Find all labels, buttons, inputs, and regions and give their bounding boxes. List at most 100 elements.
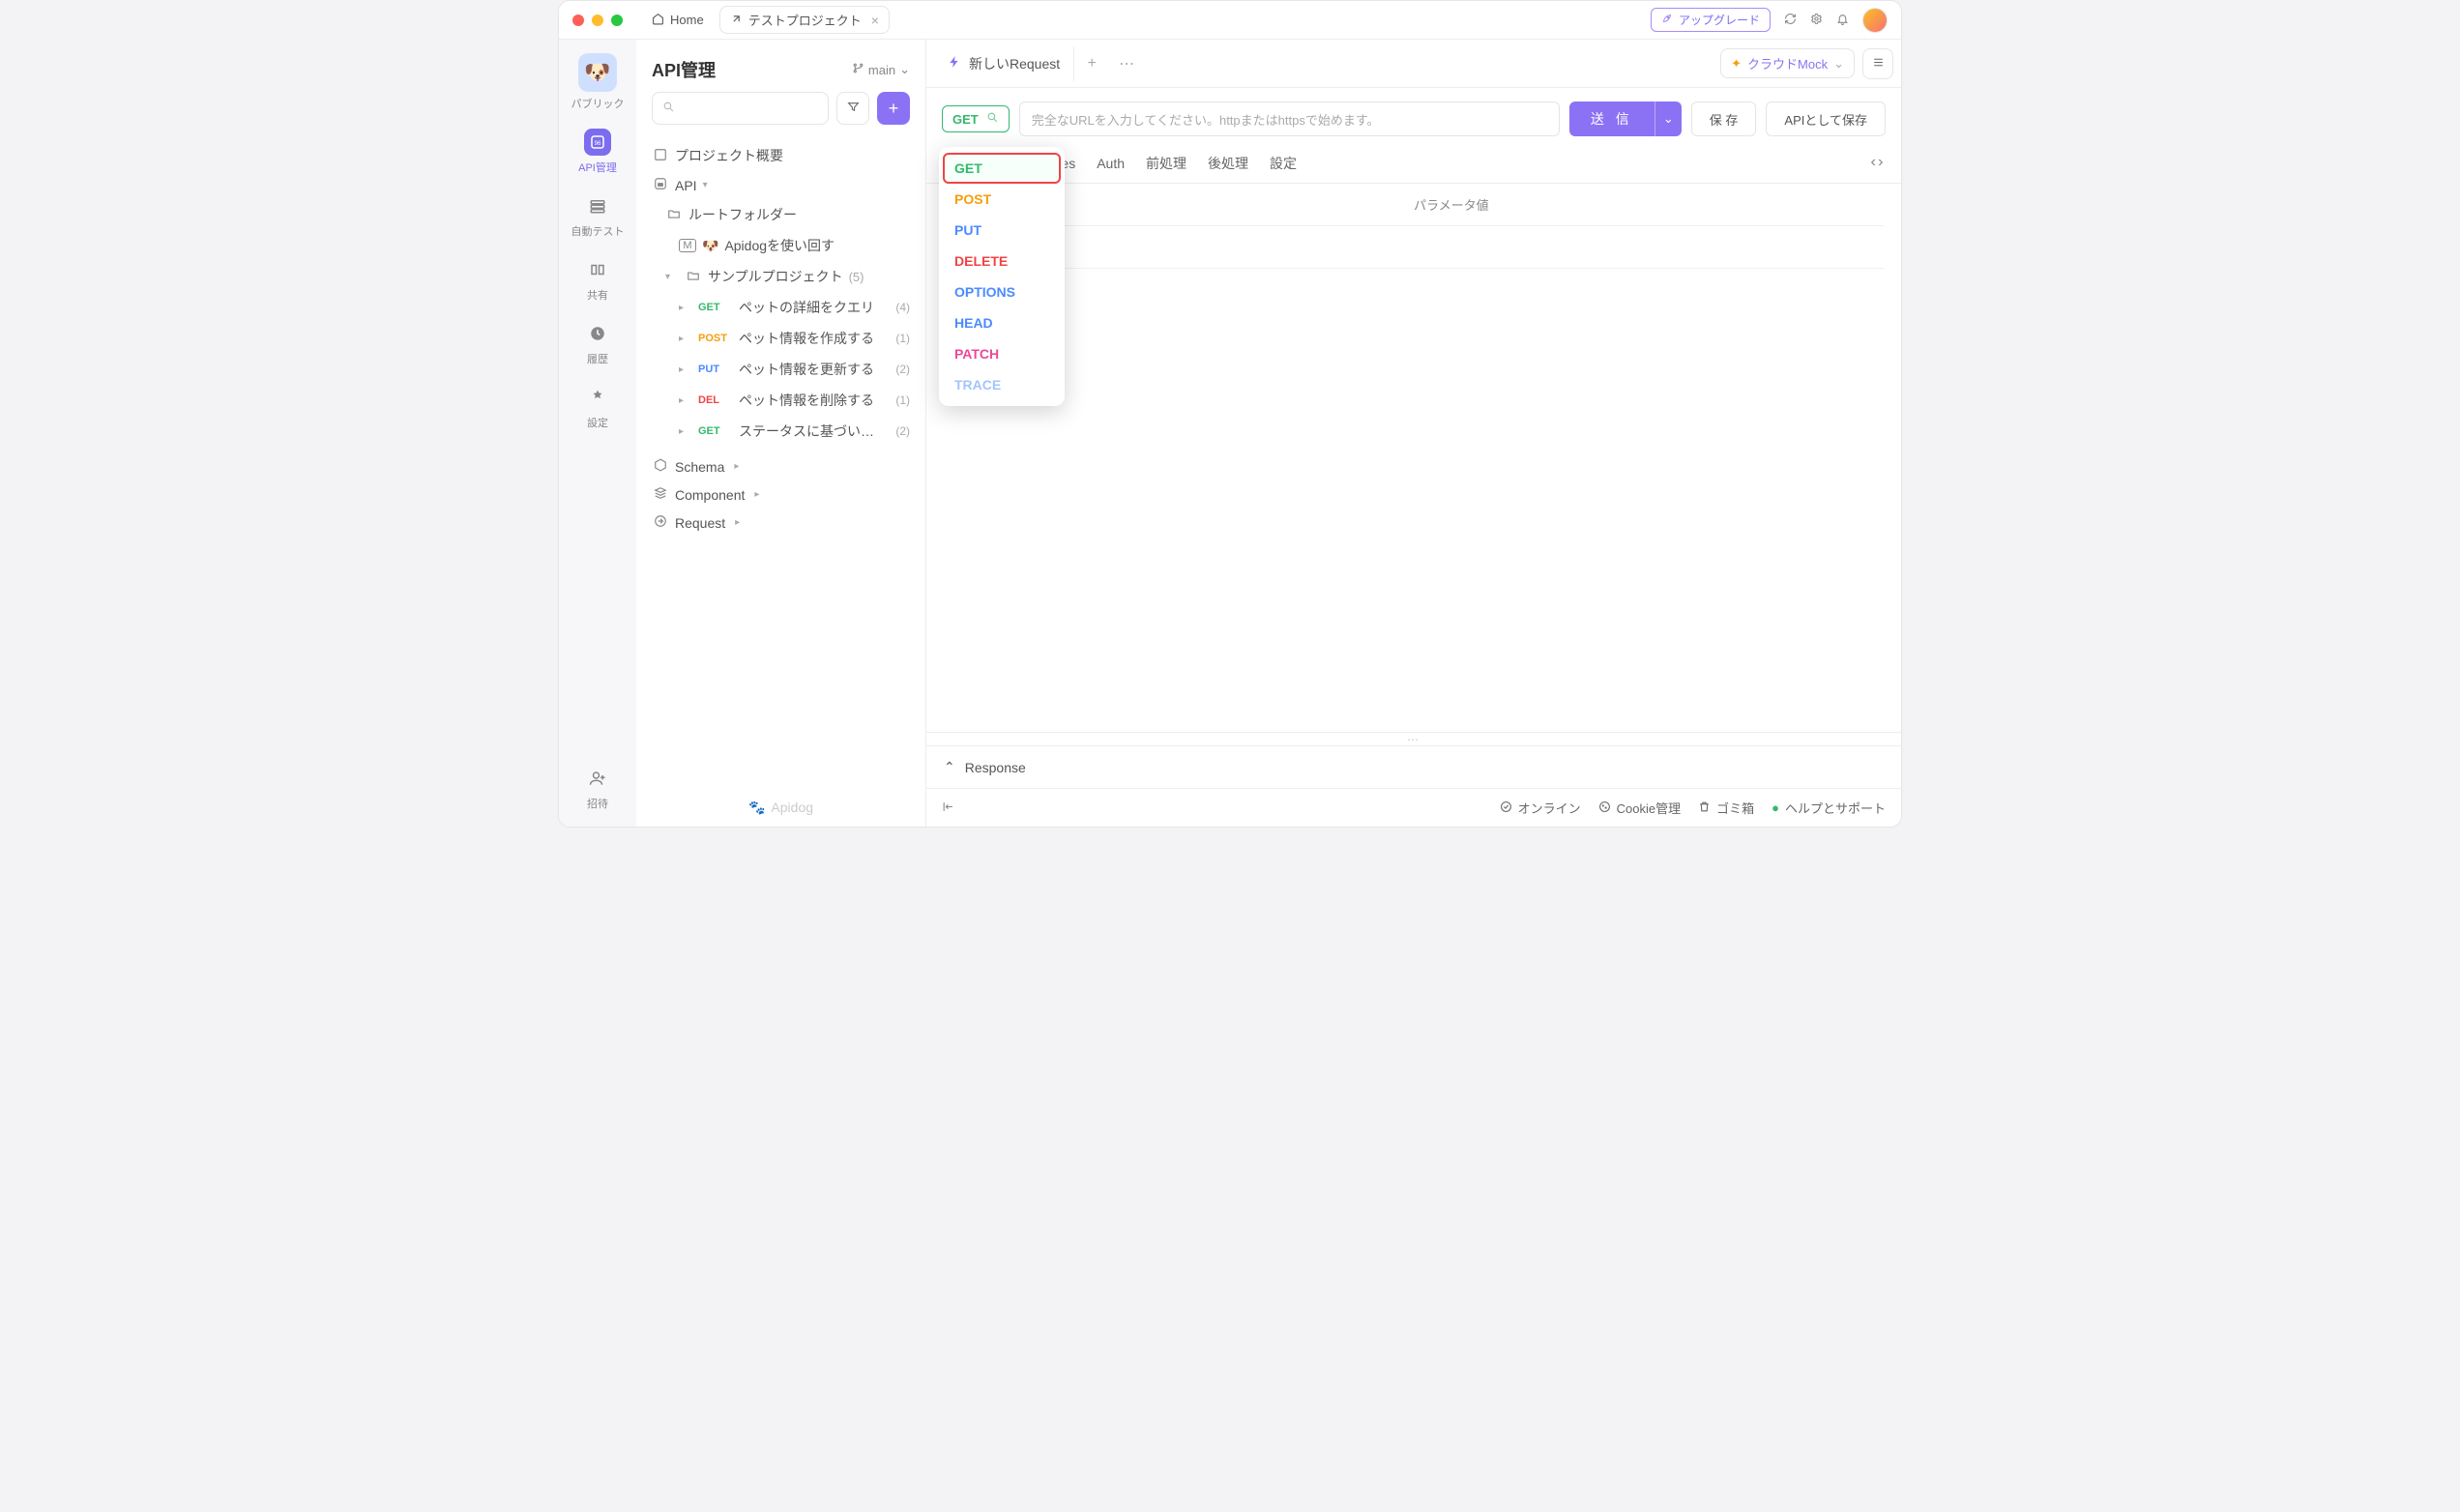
status-online-label: オンライン xyxy=(1518,799,1581,817)
search-icon xyxy=(662,101,675,116)
tab-more-button[interactable]: ⋯ xyxy=(1109,54,1144,73)
branch-name: main xyxy=(868,63,895,77)
request-section[interactable]: Request ▸ xyxy=(644,509,918,537)
rail-share[interactable]: 共有 xyxy=(584,256,611,303)
sidebar-search[interactable] xyxy=(652,92,829,125)
project-overview[interactable]: プロジェクト概要 xyxy=(644,140,918,171)
endpoint-item[interactable]: ▸ PUT ペット情報を更新する (2) xyxy=(644,354,918,385)
status-trash[interactable]: ゴミ箱 xyxy=(1698,799,1754,817)
close-window-icon[interactable] xyxy=(572,15,584,26)
root-folder[interactable]: ルートフォルダー xyxy=(644,199,918,230)
sidebar: API管理 main ⌄ + xyxy=(636,40,926,827)
tab-settings-label: 設定 xyxy=(1270,154,1297,173)
status-online[interactable]: オンライン xyxy=(1500,799,1581,817)
app-window: Home テストプロジェクト × アップグレード 🐶 xyxy=(558,0,1902,828)
chevron-down-icon: ⌄ xyxy=(899,62,910,77)
folder-icon xyxy=(665,207,683,223)
home-tab[interactable]: Home xyxy=(642,9,714,32)
save-as-api-button[interactable]: APIとして保存 xyxy=(1766,102,1886,136)
endpoint-item[interactable]: ▸ POST ペット情報を作成する (1) xyxy=(644,323,918,354)
send-dropdown[interactable]: ⌄ xyxy=(1655,102,1682,136)
endpoint-item[interactable]: ▸ DEL ペット情報を削除する (1) xyxy=(644,385,918,416)
endpoint-label: ペット情報を削除する xyxy=(739,391,874,410)
params-panel: パラメータ値 を追加 xyxy=(926,184,1901,732)
sample-project-label: サンプルプロジェクト xyxy=(708,267,843,286)
component-section[interactable]: Component ▸ xyxy=(644,480,918,509)
bolt-icon xyxy=(948,55,961,72)
request-tab-label: 新しいRequest xyxy=(969,54,1060,73)
autotest-icon xyxy=(584,192,611,219)
project-tab[interactable]: テストプロジェクト × xyxy=(719,6,890,34)
sample-project-folder[interactable]: ▾ サンプルプロジェクト (5) xyxy=(644,261,918,292)
external-link-icon xyxy=(730,13,743,28)
chevron-right-icon: ▸ xyxy=(734,461,747,472)
method-value: GET xyxy=(952,112,979,127)
search-icon xyxy=(986,111,999,127)
close-tab-icon[interactable]: × xyxy=(871,13,879,28)
gear-icon[interactable] xyxy=(1810,13,1823,28)
method-option-get[interactable]: GET xyxy=(943,153,1061,184)
method-option-trace[interactable]: TRACE xyxy=(943,369,1061,400)
rail-invite[interactable]: 招待 xyxy=(584,765,611,811)
rail-autotest[interactable]: 自動テスト xyxy=(571,192,625,239)
rail-settings[interactable]: 設定 xyxy=(584,384,611,430)
method-option-delete[interactable]: DELETE xyxy=(943,246,1061,276)
mock-env-selector[interactable]: ✦ クラウドMock ⌄ xyxy=(1720,48,1855,78)
layout-menu-button[interactable] xyxy=(1862,48,1893,79)
api-root[interactable]: 96 API ▾ xyxy=(644,171,918,199)
apidog-guide-label: Apidogを使い回す xyxy=(724,236,835,255)
resize-handle[interactable]: ⋯ xyxy=(926,732,1901,745)
endpoint-count: (4) xyxy=(895,301,910,314)
status-cookie[interactable]: Cookie管理 xyxy=(1598,799,1681,817)
params-add-row[interactable]: を追加 xyxy=(944,226,1884,269)
method-option-post[interactable]: POST xyxy=(943,184,1061,215)
send-button[interactable]: 送 信 xyxy=(1569,102,1655,136)
method-badge: PUT xyxy=(698,363,733,375)
apidog-guide[interactable]: M 🐶 Apidogを使い回す xyxy=(644,230,918,261)
url-input[interactable]: 完全なURLを入力してください。httpまたはhttpsで始めます。 xyxy=(1019,102,1560,136)
chevron-down-icon: ⌄ xyxy=(1833,56,1844,72)
tab-pre-label: 前処理 xyxy=(1146,154,1186,173)
code-icon[interactable] xyxy=(1870,156,1884,172)
rail-history-label: 履歴 xyxy=(587,351,608,366)
method-option-put[interactable]: PUT xyxy=(943,215,1061,246)
branch-selector[interactable]: main ⌄ xyxy=(852,62,910,77)
chevron-right-icon: ▸ xyxy=(679,303,692,313)
tab-post-script[interactable]: 後処理 xyxy=(1208,154,1248,173)
chevron-down-icon: ▾ xyxy=(703,180,717,190)
user-avatar[interactable] xyxy=(1862,8,1888,33)
method-option-head[interactable]: HEAD xyxy=(943,307,1061,338)
endpoint-count: (2) xyxy=(895,424,910,438)
root-folder-label: ルートフォルダー xyxy=(688,205,797,224)
minimize-window-icon[interactable] xyxy=(592,15,603,26)
method-option-options[interactable]: OPTIONS xyxy=(943,276,1061,307)
status-help[interactable]: ● ヘルプとサポート xyxy=(1772,799,1886,817)
endpoint-item[interactable]: ▸ GET ステータスに基づい… (2) xyxy=(644,416,918,447)
workspace-avatar[interactable]: 🐶 パブリック xyxy=(571,53,625,111)
chevron-right-icon: ▸ xyxy=(679,395,692,406)
upgrade-button[interactable]: アップグレード xyxy=(1651,8,1771,32)
sidebar-filter[interactable] xyxy=(836,92,869,125)
method-badge: POST xyxy=(698,333,733,344)
add-tab-button[interactable]: + xyxy=(1074,55,1109,73)
share-icon xyxy=(584,256,611,283)
bell-icon[interactable] xyxy=(1836,13,1849,28)
sidebar-add[interactable]: + xyxy=(877,92,910,125)
schema-section[interactable]: Schema ▸ xyxy=(644,452,918,480)
chevron-right-icon: ▸ xyxy=(679,364,692,375)
endpoint-item[interactable]: ▸ GET ペットの詳細をクエリ (4) xyxy=(644,292,918,323)
save-button[interactable]: 保 存 xyxy=(1691,102,1757,136)
request-tab[interactable]: 新しいRequest xyxy=(934,46,1074,81)
tab-pre-script[interactable]: 前処理 xyxy=(1146,154,1186,173)
tab-settings[interactable]: 設定 xyxy=(1270,154,1297,173)
response-section-header[interactable]: ⌃ Response xyxy=(926,745,1901,788)
maximize-window-icon[interactable] xyxy=(611,15,623,26)
rail-history[interactable]: 履歴 xyxy=(584,320,611,366)
titlebar-actions xyxy=(1784,8,1888,33)
refresh-icon[interactable] xyxy=(1784,13,1797,28)
method-option-patch[interactable]: PATCH xyxy=(943,338,1061,369)
tab-auth[interactable]: Auth xyxy=(1097,156,1125,171)
method-selector[interactable]: GET GET POST PUT DELETE OPTIONS HEAD PAT… xyxy=(942,105,1010,132)
collapse-sidebar-icon[interactable] xyxy=(942,800,954,816)
rail-api[interactable]: 96 API管理 xyxy=(578,129,617,175)
